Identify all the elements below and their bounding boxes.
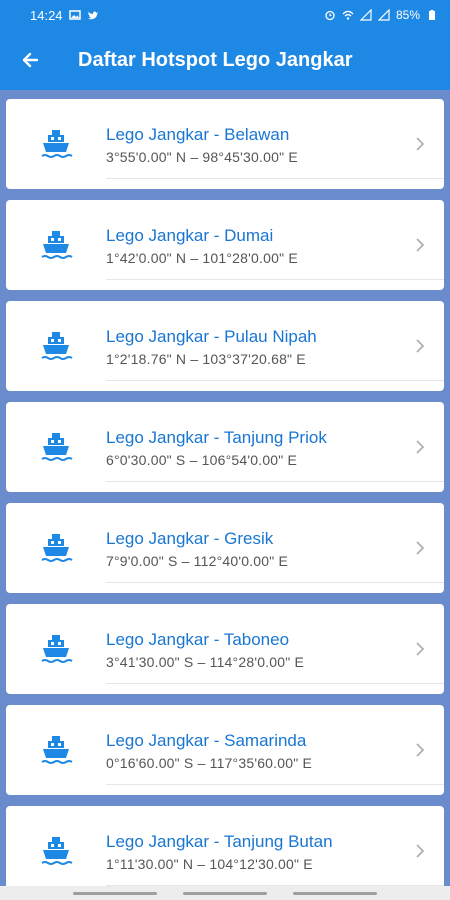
chevron-right-icon <box>416 238 425 252</box>
alarm-icon <box>325 10 335 21</box>
twitter-icon <box>87 11 98 20</box>
hotspot-coordinates: 6°0'30.00" S – 106°54'0.00" E <box>106 451 298 468</box>
nav-handle <box>293 891 377 895</box>
arrow-left-icon <box>22 52 39 68</box>
battery-level: 85% <box>395 8 420 22</box>
ship-icon <box>6 430 106 464</box>
chevron-right-icon <box>416 844 425 858</box>
list-item[interactable]: Lego Jangkar - Dumai 1°42'0.00" N – 101°2… <box>6 200 444 290</box>
divider <box>106 582 444 583</box>
status-time: 14:24 <box>30 7 63 23</box>
hotspot-coordinates: 0°16'60.00" S – 117°35'60.00" E <box>106 754 313 771</box>
chevron-right-icon <box>416 743 425 757</box>
hotspot-coordinates: 1°11'30.00" N – 104°12'30.00" E <box>106 855 313 872</box>
list-item[interactable]: Lego Jangkar - Belawan 3°55'0.00" N – 98°… <box>6 99 444 189</box>
list-item[interactable]: Lego Jangkar - Taboneo 3°41'30.00" S – 11… <box>6 604 444 694</box>
nav-handle <box>73 891 157 895</box>
signal-icon <box>377 9 390 21</box>
ship-icon <box>6 127 106 161</box>
nav-handle <box>183 891 267 895</box>
navigation-bar <box>0 886 450 900</box>
ship-icon <box>6 531 106 565</box>
hotspot-name: Lego Jangkar - Dumai <box>106 225 274 245</box>
hotspot-coordinates: 7°9'0.00" S – 112°40'0.00" E <box>106 552 289 569</box>
status-bar: 14:24 85% <box>0 0 450 30</box>
hotspot-coordinates: 3°55'0.00" N – 98°45'30.00" E <box>106 148 298 165</box>
list-item[interactable]: Lego Jangkar - Tanjung Butan 1°11'30.00" … <box>6 806 444 886</box>
back-button[interactable] <box>0 30 60 90</box>
divider <box>106 178 444 179</box>
hotspot-coordinates: 1°2'18.76" N – 103°37'20.68" E <box>106 350 306 367</box>
ship-icon <box>6 632 106 666</box>
hotspot-name: Lego Jangkar - Gresik <box>106 528 274 548</box>
ship-icon <box>6 834 106 868</box>
hotspot-name: Lego Jangkar - Pulau Nipah <box>106 326 317 346</box>
ship-icon <box>6 228 106 262</box>
chevron-right-icon <box>416 642 425 656</box>
hotspot-name: Lego Jangkar - Taboneo <box>106 629 290 649</box>
chevron-right-icon <box>416 137 425 151</box>
chevron-right-icon <box>416 440 425 454</box>
wifi-icon <box>342 10 354 20</box>
divider <box>106 784 444 785</box>
list-item[interactable]: Lego Jangkar - Samarinda 0°16'60.00" S – … <box>6 705 444 795</box>
list-item[interactable]: Lego Jangkar - Gresik 7°9'0.00" S – 112°4… <box>6 503 444 593</box>
hotspot-name: Lego Jangkar - Belawan <box>106 124 290 144</box>
divider <box>106 279 444 280</box>
ship-icon <box>6 733 106 767</box>
hotspot-coordinates: 3°41'30.00" S – 114°28'0.00" E <box>106 653 305 670</box>
hotspot-list[interactable]: Lego Jangkar - Belawan 3°55'0.00" N – 98°… <box>0 90 450 886</box>
hotspot-coordinates: 1°42'0.00" N – 101°28'0.00" E <box>106 249 298 266</box>
hotspot-name: Lego Jangkar - Tanjung Butan <box>106 831 333 851</box>
app-bar: Daftar Hotspot Lego Jangkar <box>0 30 450 90</box>
list-item[interactable]: Lego Jangkar - Tanjung Priok 6°0'30.00" S… <box>6 402 444 492</box>
divider <box>106 683 444 684</box>
signal-icon <box>359 9 372 21</box>
divider <box>106 481 444 482</box>
image-icon <box>68 10 81 20</box>
chevron-right-icon <box>416 339 425 353</box>
divider <box>106 380 444 381</box>
ship-icon <box>6 329 106 363</box>
list-item[interactable]: Lego Jangkar - Pulau Nipah 1°2'18.76" N –… <box>6 301 444 391</box>
battery-icon <box>429 10 435 20</box>
page-title: Daftar Hotspot Lego Jangkar <box>78 48 353 71</box>
chevron-right-icon <box>416 541 425 555</box>
hotspot-name: Lego Jangkar - Samarinda <box>106 730 307 750</box>
hotspot-name: Lego Jangkar - Tanjung Priok <box>106 427 327 447</box>
